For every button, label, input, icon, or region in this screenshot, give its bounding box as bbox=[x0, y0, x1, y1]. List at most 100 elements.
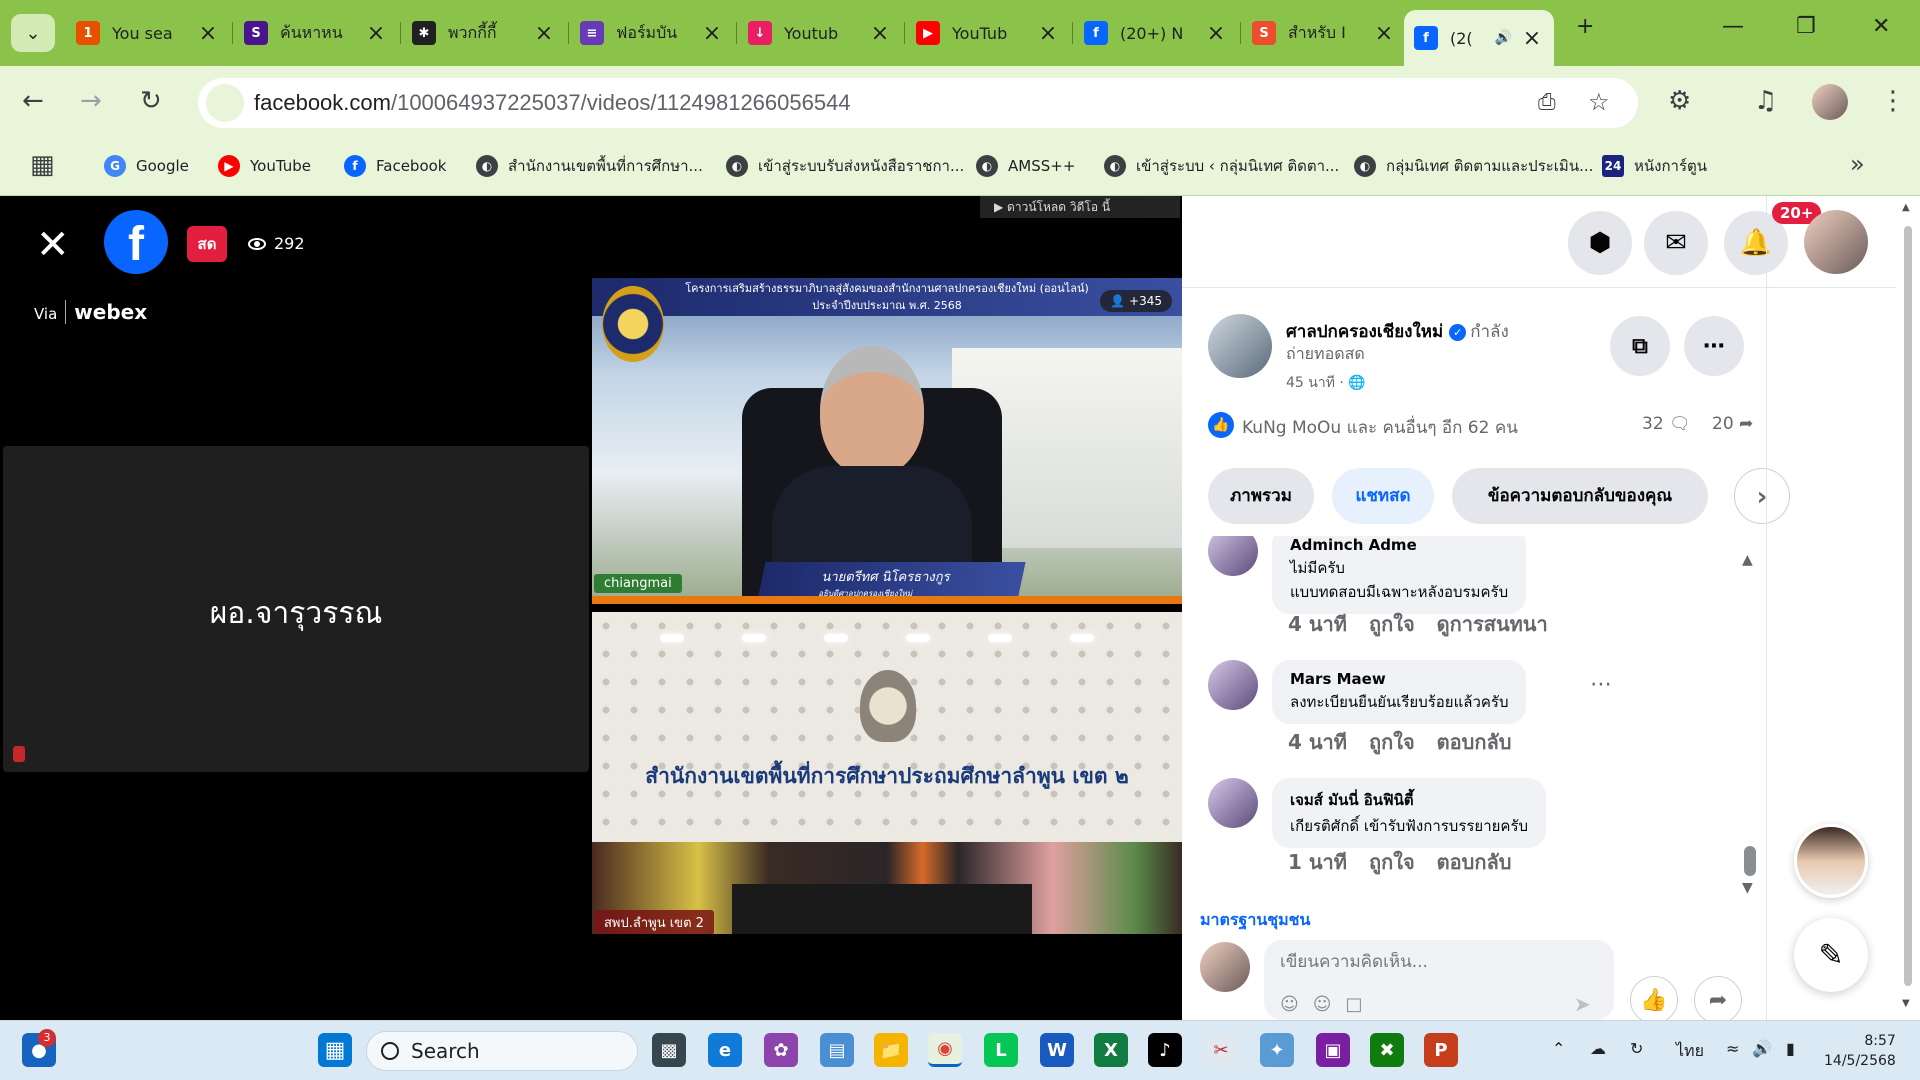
menu-grid-icon[interactable]: ⬢ bbox=[1568, 211, 1632, 275]
browser-tab[interactable]: ✱ พวกกี้กี้ × bbox=[402, 12, 566, 54]
comment-author[interactable]: Mars Maew bbox=[1290, 670, 1508, 688]
comment-input-box[interactable]: ☺☺□ ➤ bbox=[1264, 940, 1614, 1020]
close-window-button[interactable]: ✕ bbox=[1872, 14, 1890, 39]
bookmark-item[interactable]: G Google bbox=[104, 152, 189, 180]
snipping-tool-icon[interactable]: ✂ bbox=[1204, 1033, 1238, 1067]
tab-search-dropdown[interactable]: ⌄ bbox=[11, 14, 55, 52]
comment-like-button[interactable]: ถูกใจ bbox=[1369, 850, 1415, 874]
bookmark-item[interactable]: ◐ สำนักงานเขตพื้นที่การศึกษา... bbox=[476, 152, 703, 180]
bookmark-item[interactable]: ◐ AMSS++ bbox=[976, 152, 1075, 180]
comment-author[interactable]: Adminch Adme bbox=[1290, 536, 1508, 554]
extensions-icon[interactable]: ⚙ bbox=[1668, 86, 1691, 116]
tab-audio-icon[interactable]: 🔊 bbox=[1495, 30, 1512, 46]
reactions-summary[interactable]: KuNg MoOu และ คนอื่นๆ อีก 62 คน bbox=[1242, 414, 1518, 441]
close-tab-icon[interactable]: × bbox=[1204, 21, 1228, 46]
powerpoint-icon[interactable]: P bbox=[1424, 1033, 1458, 1067]
word-icon[interactable]: W bbox=[1040, 1033, 1074, 1067]
browser-tab[interactable]: f (20+) N × bbox=[1074, 12, 1238, 54]
browser-tab[interactable]: 1 You sea × bbox=[66, 12, 230, 54]
composer-tools-icons[interactable]: ☺☺□ bbox=[1280, 994, 1377, 1015]
tabs-next-chevron-icon[interactable]: › bbox=[1734, 468, 1790, 524]
facebook-logo-icon[interactable]: f bbox=[104, 210, 168, 274]
xbox-icon[interactable]: ✖ bbox=[1370, 1033, 1404, 1067]
more-options-icon[interactable]: ⋯ bbox=[1684, 316, 1744, 376]
browser-tab[interactable]: f (2(🔊 × bbox=[1404, 10, 1554, 66]
comment-reply-button[interactable]: ตอบกลับ bbox=[1437, 850, 1512, 874]
bookmark-item[interactable]: ▶ YouTube bbox=[218, 152, 311, 180]
comments-scroll-thumb[interactable] bbox=[1744, 846, 1756, 876]
comment-time[interactable]: 1 นาที bbox=[1288, 850, 1347, 874]
close-tab-icon[interactable]: × bbox=[1520, 26, 1544, 51]
media-control-icon[interactable]: ♫ bbox=[1754, 86, 1777, 116]
page-scrollbar[interactable]: ▲ ▼ bbox=[1896, 196, 1920, 1020]
file-explorer-icon[interactable]: 📁 bbox=[874, 1033, 908, 1067]
scroll-down-arrow-icon[interactable]: ▼ bbox=[1742, 880, 1753, 896]
comment-time[interactable]: 4 นาที bbox=[1288, 730, 1347, 754]
more-bookmarks-icon[interactable]: » bbox=[1850, 150, 1865, 178]
commenter-avatar[interactable] bbox=[1208, 536, 1258, 576]
community-standards-link[interactable]: มาตรฐานชุมชน bbox=[1200, 908, 1310, 933]
tab-your-replies[interactable]: ข้อความตอบกลับของคุณ bbox=[1452, 468, 1708, 524]
new-message-edit-icon[interactable]: ✎ bbox=[1794, 918, 1868, 992]
comment-author[interactable]: เจมส์ มันนี่ อินฟินิตี้ bbox=[1290, 788, 1528, 812]
onedrive-icon[interactable]: ☁ bbox=[1590, 1039, 1606, 1058]
url-text[interactable]: facebook.com/100064937225037/videos/1124… bbox=[254, 90, 851, 116]
volume-icon[interactable]: 🔊 bbox=[1752, 1039, 1772, 1058]
tray-overflow-icon[interactable]: ⌃ bbox=[1552, 1039, 1565, 1058]
reload-button[interactable]: ↻ bbox=[140, 86, 162, 116]
close-tab-icon[interactable]: × bbox=[868, 21, 892, 46]
sync-icon[interactable]: ↻ bbox=[1630, 1039, 1643, 1058]
scroll-down-icon[interactable]: ▼ bbox=[1902, 998, 1910, 1009]
scroll-up-arrow-icon[interactable]: ▲ bbox=[1742, 552, 1753, 568]
browser-tab[interactable]: S สำหรับ I × bbox=[1242, 12, 1406, 54]
new-tab-button[interactable]: + bbox=[1576, 14, 1594, 39]
restore-button[interactable]: ❐ bbox=[1796, 14, 1816, 39]
battery-icon[interactable]: ▮ bbox=[1786, 1039, 1795, 1058]
windows-start-icon[interactable]: ▦ bbox=[318, 1033, 352, 1067]
close-tab-icon[interactable]: × bbox=[196, 21, 220, 46]
edge-icon[interactable]: e bbox=[708, 1033, 742, 1067]
system-clock[interactable]: 8:57 14/5/2568 bbox=[1824, 1031, 1896, 1071]
back-button[interactable]: ← bbox=[22, 86, 44, 116]
wifi-icon[interactable]: ≈ bbox=[1726, 1039, 1739, 1058]
comment-more-icon[interactable]: ⋯ bbox=[1590, 672, 1612, 697]
save-post-icon[interactable]: ⧉ bbox=[1610, 316, 1670, 376]
tab-overview[interactable]: ภาพรวม bbox=[1208, 468, 1314, 524]
page-scroll-thumb[interactable] bbox=[1904, 226, 1912, 986]
close-tab-icon[interactable]: × bbox=[364, 21, 388, 46]
taskbar-search[interactable]: Search bbox=[366, 1031, 638, 1071]
page-name-link[interactable]: ศาลปกครองเชียงใหม่ bbox=[1286, 322, 1443, 342]
close-tab-icon[interactable]: × bbox=[532, 21, 556, 46]
tiktok-icon[interactable]: ♪ bbox=[1148, 1033, 1182, 1067]
commenter-avatar[interactable] bbox=[1208, 660, 1258, 710]
address-bar[interactable]: facebook.com/100064937225037/videos/1124… bbox=[198, 78, 1638, 128]
close-tab-icon[interactable]: × bbox=[1036, 21, 1060, 46]
menu-kebab-icon[interactable]: ⋮ bbox=[1880, 86, 1906, 116]
close-video-icon[interactable]: ✕ bbox=[36, 222, 70, 268]
view-conversation-button[interactable]: ดูการสนทนา bbox=[1437, 612, 1548, 636]
commenter-avatar[interactable] bbox=[1208, 778, 1258, 828]
chrome-icon[interactable]: ◉ bbox=[928, 1033, 962, 1067]
comment-like-button[interactable]: ถูกใจ bbox=[1369, 730, 1415, 754]
close-tab-icon[interactable]: × bbox=[1372, 21, 1396, 46]
excel-icon[interactable]: X bbox=[1094, 1033, 1128, 1067]
bookmark-item[interactable]: ◐ เข้าสู่ระบบรับส่งหนังสือราชกา... bbox=[726, 152, 964, 180]
page-avatar[interactable] bbox=[1208, 314, 1272, 378]
app-icon-2[interactable]: ✦ bbox=[1260, 1033, 1294, 1067]
forward-button[interactable]: → bbox=[80, 86, 102, 116]
download-video-bar[interactable]: ▶ ดาวน์โหลด วิดีโอ นี้ bbox=[980, 196, 1180, 218]
share-count[interactable]: 20 ➦ bbox=[1712, 414, 1753, 434]
bookmark-item[interactable]: 24 หนังการ์ตูน bbox=[1602, 152, 1707, 180]
copilot-icon[interactable]: ✿ bbox=[764, 1033, 798, 1067]
comment-input[interactable] bbox=[1280, 952, 1580, 972]
comment-reply-button[interactable]: ตอบกลับ bbox=[1437, 730, 1512, 754]
messenger-icon[interactable]: ✉ bbox=[1644, 211, 1708, 275]
close-tab-icon[interactable]: × bbox=[700, 21, 724, 46]
bookmark-item[interactable]: f Facebook bbox=[344, 152, 446, 180]
task-view-icon[interactable]: ▩ bbox=[652, 1033, 686, 1067]
app-icon[interactable]: ▤ bbox=[820, 1033, 854, 1067]
app-icon-3[interactable]: ▣ bbox=[1316, 1033, 1350, 1067]
comment-count[interactable]: 32 🗨 bbox=[1642, 414, 1691, 434]
browser-tab[interactable]: ↓ Youtub × bbox=[738, 12, 902, 54]
post-time-value[interactable]: 45 นาที · bbox=[1286, 375, 1344, 391]
